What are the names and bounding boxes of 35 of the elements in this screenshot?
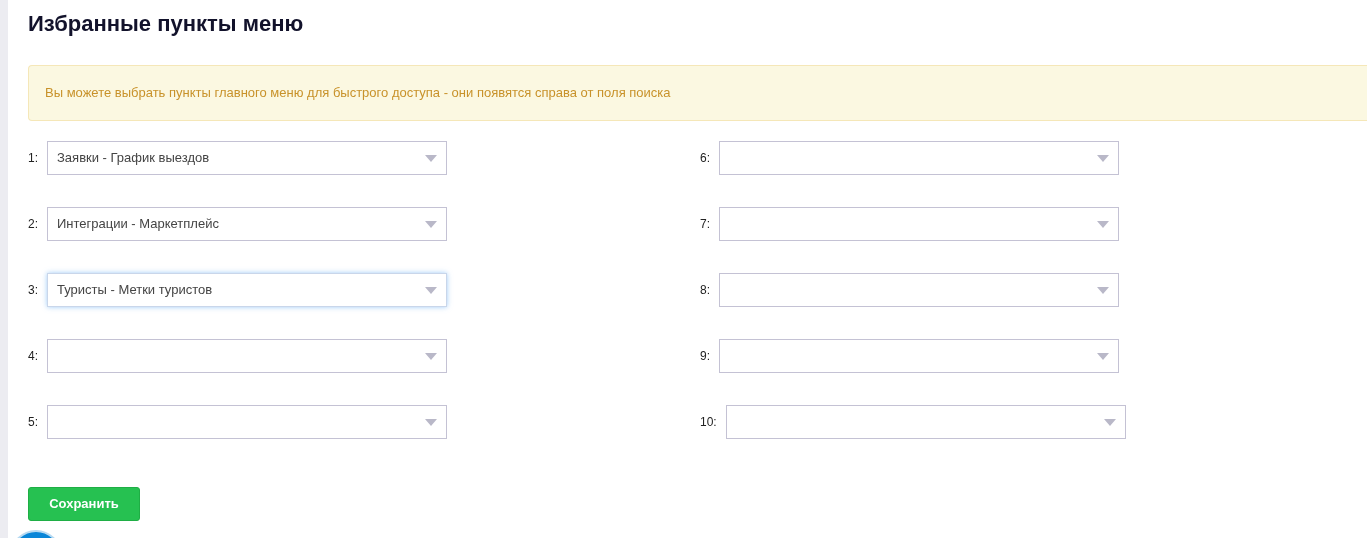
slot-number: 3: bbox=[28, 282, 38, 299]
menu-item-select[interactable] bbox=[719, 339, 1119, 373]
slot-number: 9: bbox=[700, 348, 710, 365]
slot-number: 2: bbox=[28, 216, 38, 233]
select-value: Заявки - График выездов bbox=[57, 149, 210, 168]
menu-item-select[interactable] bbox=[47, 339, 447, 373]
menu-item-select[interactable]: Интеграции - Маркетплейс bbox=[47, 207, 447, 241]
menu-item-select[interactable]: Заявки - График выездов bbox=[47, 141, 447, 175]
slot-number: 4: bbox=[28, 348, 38, 365]
menu-item-select[interactable] bbox=[719, 141, 1119, 175]
menu-item-select[interactable] bbox=[47, 405, 447, 439]
slot-number: 7: bbox=[700, 216, 710, 233]
notice-text: Вы можете выбрать пункты главного меню для быстрого доступа - они появятся справа от поля поиска bbox=[45, 84, 671, 103]
slot-number: 5: bbox=[28, 414, 38, 431]
slot-number: 8: bbox=[700, 282, 710, 299]
dropdown-caret-icon bbox=[1097, 287, 1109, 294]
slot-number: 10: bbox=[700, 414, 717, 431]
dropdown-caret-icon bbox=[1097, 155, 1109, 162]
select-value: Туристы - Метки туристов bbox=[57, 281, 213, 300]
slot-number: 1: bbox=[28, 150, 38, 167]
dropdown-caret-icon bbox=[425, 287, 437, 294]
dropdown-caret-icon bbox=[1097, 221, 1109, 228]
dropdown-caret-icon bbox=[425, 353, 437, 360]
dropdown-caret-icon bbox=[425, 419, 437, 426]
slot-number: 6: bbox=[700, 150, 710, 167]
dropdown-caret-icon bbox=[1103, 419, 1116, 426]
dropdown-caret-icon bbox=[425, 155, 437, 162]
dropdown-caret-icon bbox=[1097, 353, 1109, 360]
menu-item-select[interactable]: Туристы - Метки туристов bbox=[47, 273, 447, 307]
page-title: Избранные пункты меню bbox=[28, 10, 304, 38]
menu-item-select[interactable] bbox=[725, 405, 1126, 439]
dropdown-caret-icon bbox=[425, 221, 437, 228]
menu-item-select[interactable] bbox=[719, 207, 1119, 241]
select-value: Интеграции - Маркетплейс bbox=[57, 215, 219, 234]
menu-item-select[interactable] bbox=[719, 273, 1119, 307]
